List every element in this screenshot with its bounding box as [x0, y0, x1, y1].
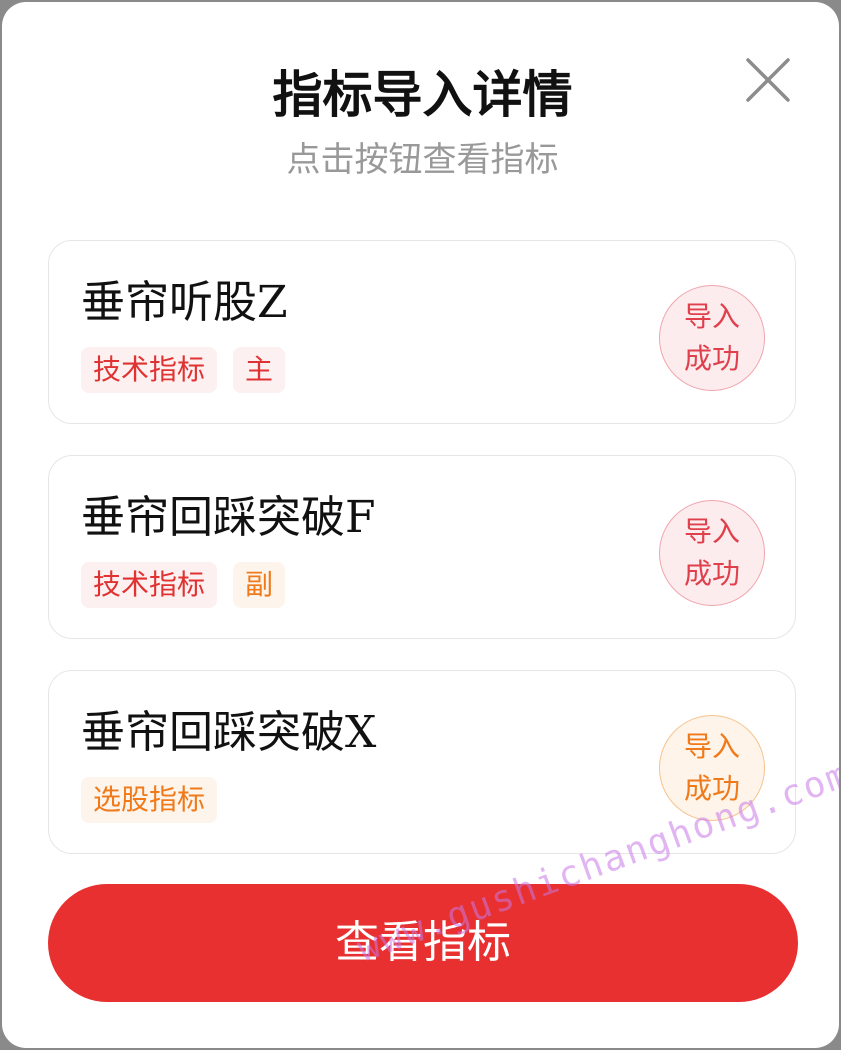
dialog-title: 指标导入详情: [272, 66, 573, 124]
indicator-card: 垂帘听股Z 技术指标 主 导入 成功: [48, 240, 796, 424]
indicator-role-tag: 副: [233, 562, 286, 608]
indicator-type-tag: 选股指标: [81, 777, 218, 823]
stamp-line-1: 导入: [683, 730, 740, 763]
stamp-line-2: 成功: [683, 342, 740, 375]
indicator-name: 垂帘回踩突破X: [81, 707, 377, 758]
indicator-type-tag: 技术指标: [81, 562, 218, 608]
indicator-name: 垂帘听股Z: [81, 277, 288, 328]
dialog-subtitle: 点击按钮查看指标: [286, 140, 559, 180]
indicator-role-tag: 主: [233, 347, 286, 393]
stamp-line-2: 成功: [683, 772, 740, 805]
import-success-stamp: 导入 成功: [659, 715, 765, 821]
indicator-tags: 选股指标: [81, 777, 218, 823]
stamp-line-2: 成功: [683, 557, 740, 590]
indicator-card: 垂帘回踩突破X 选股指标 导入 成功: [48, 670, 796, 854]
indicator-tags: 技术指标 主: [81, 347, 286, 393]
indicator-card: 垂帘回踩突破F 技术指标 副 导入 成功: [48, 455, 796, 639]
indicator-tags: 技术指标 副: [81, 562, 286, 608]
indicator-type-tag: 技术指标: [81, 347, 218, 393]
view-indicators-button[interactable]: 查看指标: [48, 884, 798, 1002]
stamp-line-1: 导入: [683, 300, 740, 333]
import-success-stamp: 导入 成功: [659, 500, 765, 606]
stamp-line-1: 导入: [683, 515, 740, 548]
indicator-name: 垂帘回踩突破F: [81, 492, 376, 543]
import-success-stamp: 导入 成功: [659, 285, 765, 391]
import-details-dialog: 指标导入详情 点击按钮查看指标 垂帘听股Z 技术指标 主 导入 成功 垂帘回踩突…: [2, 2, 839, 1048]
